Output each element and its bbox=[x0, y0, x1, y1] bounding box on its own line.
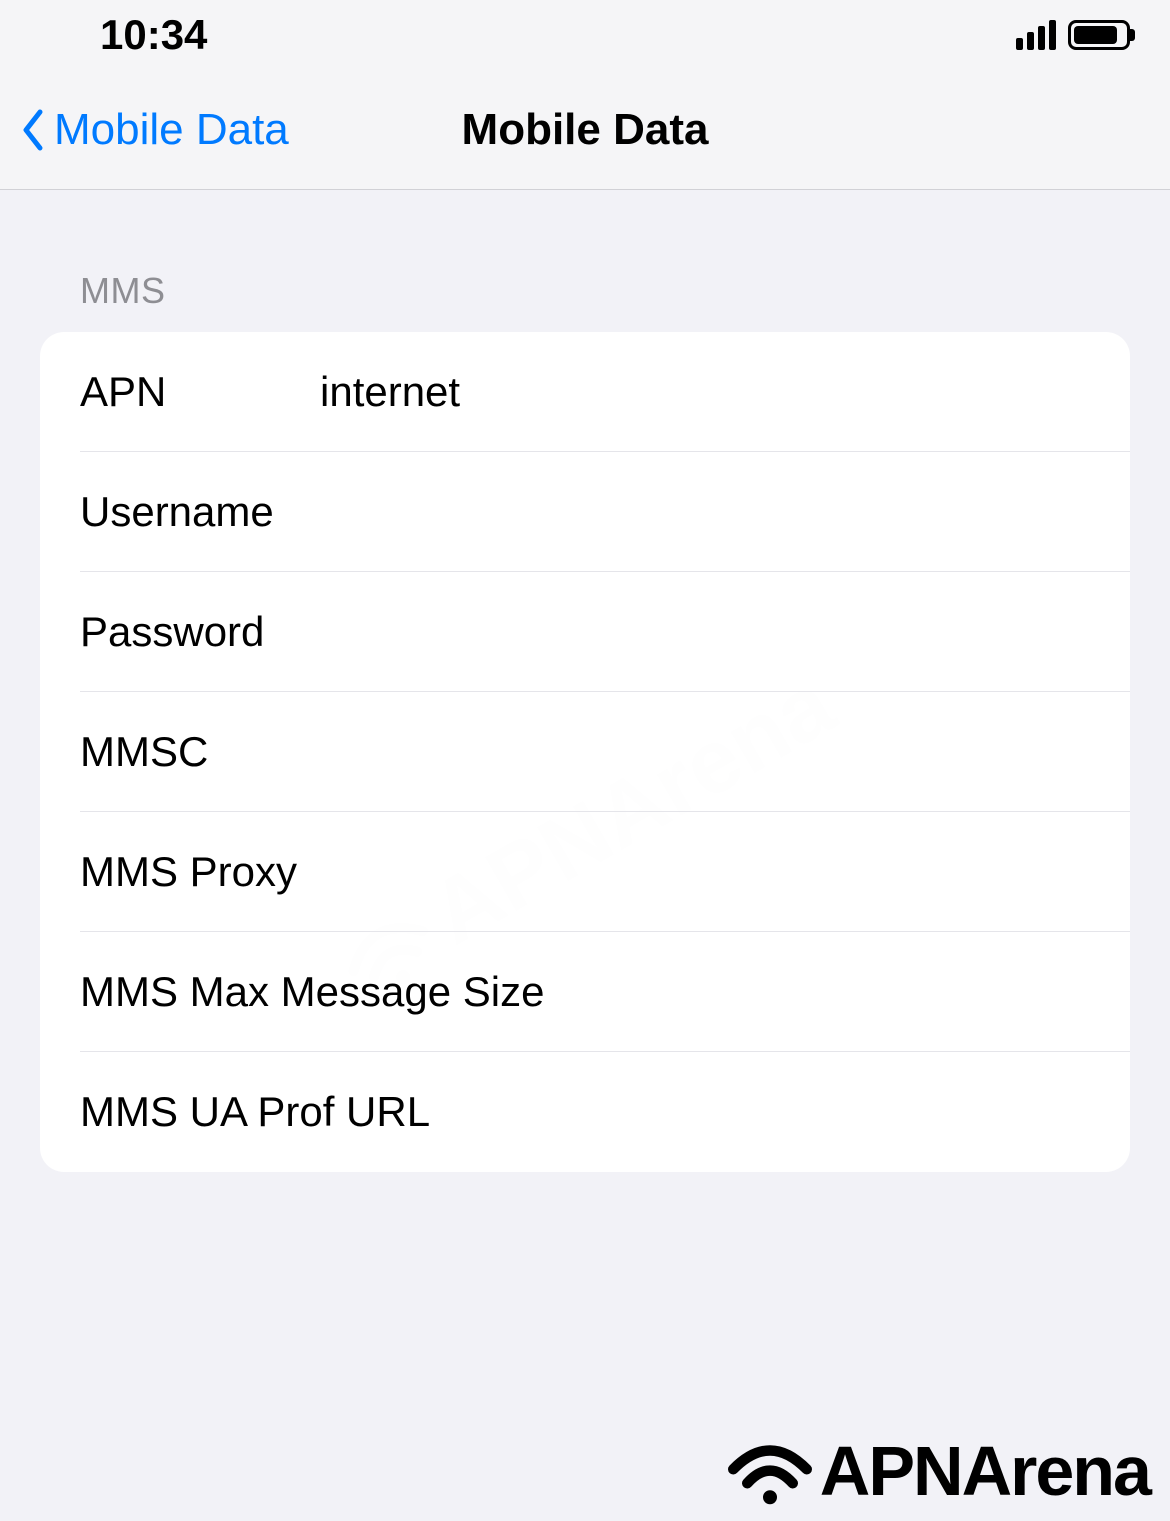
label-apn: APN bbox=[80, 368, 320, 416]
label-mms-ua-prof: MMS UA Prof URL bbox=[80, 1088, 585, 1136]
section-header-mms: MMS bbox=[0, 270, 1170, 332]
label-mms-proxy: MMS Proxy bbox=[80, 848, 585, 896]
status-bar: 10:34 bbox=[0, 0, 1170, 70]
content-area: MMS APN internet Username Password MMSC … bbox=[0, 190, 1170, 1172]
back-button[interactable]: Mobile Data bbox=[20, 105, 289, 155]
row-apn[interactable]: APN internet bbox=[40, 332, 1130, 452]
row-mms-proxy[interactable]: MMS Proxy bbox=[40, 812, 1130, 932]
label-username: Username bbox=[80, 488, 320, 536]
navigation-bar: Mobile Data Mobile Data bbox=[0, 70, 1170, 190]
page-title: Mobile Data bbox=[462, 105, 709, 155]
watermark-bottom: APNArena bbox=[725, 1431, 1150, 1511]
settings-group-mms: APN internet Username Password MMSC MMS … bbox=[40, 332, 1130, 1172]
row-password[interactable]: Password bbox=[40, 572, 1130, 692]
row-username[interactable]: Username bbox=[40, 452, 1130, 572]
wifi-icon bbox=[725, 1436, 815, 1506]
label-mmsc: MMSC bbox=[80, 728, 320, 776]
row-mms-ua-prof[interactable]: MMS UA Prof URL bbox=[40, 1052, 1130, 1172]
row-mms-max-size[interactable]: MMS Max Message Size bbox=[40, 932, 1130, 1052]
battery-icon bbox=[1068, 20, 1130, 50]
status-time: 10:34 bbox=[100, 11, 207, 59]
back-button-label: Mobile Data bbox=[54, 105, 289, 155]
chevron-left-icon bbox=[20, 108, 44, 152]
cellular-signal-icon bbox=[1016, 20, 1056, 50]
label-password: Password bbox=[80, 608, 320, 656]
label-mms-max-size: MMS Max Message Size bbox=[80, 968, 585, 1016]
status-indicators bbox=[1016, 20, 1130, 50]
value-apn[interactable]: internet bbox=[320, 368, 1090, 416]
watermark-text: APNArena bbox=[820, 1431, 1150, 1511]
row-mmsc[interactable]: MMSC bbox=[40, 692, 1130, 812]
